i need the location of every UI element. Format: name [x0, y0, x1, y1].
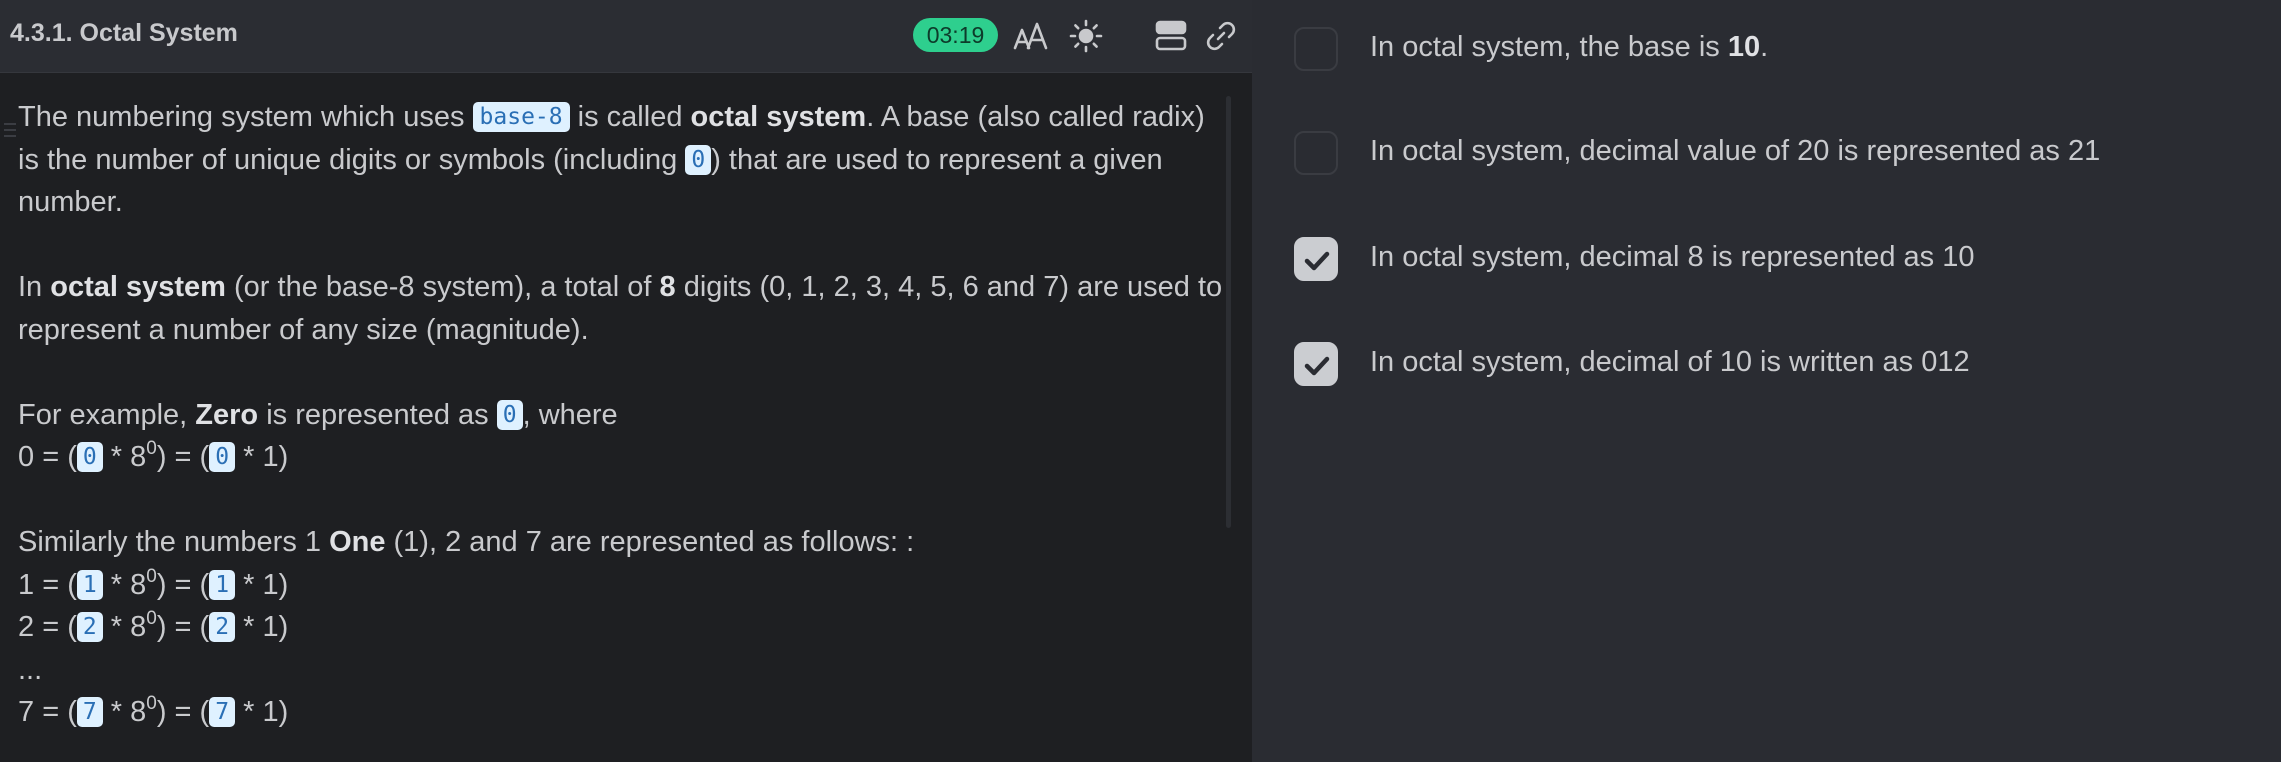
checkbox[interactable]	[1294, 27, 1338, 71]
paragraph-intro: The numbering system which uses base-8 i…	[18, 96, 1223, 224]
eq-lhs: 0	[18, 441, 35, 473]
checkbox[interactable]	[1294, 131, 1338, 175]
bold-text: octal system	[690, 101, 867, 133]
quiz-option[interactable]: In octal system, decimal of 10 is writte…	[1294, 342, 2281, 388]
text: * 8	[102, 441, 147, 473]
eq-lhs: 7	[18, 696, 35, 728]
text: ) = (	[156, 611, 210, 643]
exponent: 0	[146, 608, 157, 629]
page-title: 4.3.1. Octal System	[10, 19, 238, 47]
eq-lhs: 1	[18, 568, 35, 601]
text: is called	[569, 101, 691, 133]
text: , where	[522, 398, 618, 431]
exponent: 0	[146, 693, 157, 714]
text: Similarly the numbers 1	[18, 526, 330, 558]
text: * 8	[102, 568, 147, 601]
text: * 8	[102, 611, 147, 643]
ellipsis: ...	[18, 653, 43, 686]
equation-two: 2 = (2 * 80) = (2 * 1)	[18, 606, 1223, 649]
text: is represented as	[258, 398, 497, 431]
lesson-header: 4.3.1. Octal System 03:19	[0, 0, 1252, 73]
text: = (	[34, 441, 77, 473]
text: * 1)	[235, 568, 289, 601]
text: For example,	[18, 398, 196, 431]
paragraph-octal-digits: In octal system (or the base-8 system), …	[18, 266, 1223, 351]
inline-code: 2	[76, 612, 103, 642]
lesson-panel: 4.3.1. Octal System 03:19 The numbering …	[0, 0, 1252, 762]
inline-code: 1	[209, 569, 236, 600]
option-label: In octal system, decimal 8 is represente…	[1370, 241, 1975, 273]
text: = (	[34, 696, 77, 728]
checkbox-checked[interactable]	[1294, 342, 1338, 386]
equation-one: 1 = (1 * 80) = (1 * 1)	[18, 564, 1223, 607]
brightness-icon[interactable]	[1066, 16, 1106, 56]
option-suffix: .	[1760, 31, 1769, 63]
quiz-option[interactable]: In octal system, decimal 8 is represente…	[1294, 237, 2281, 283]
text: ) = (	[156, 568, 210, 601]
app-root: 4.3.1. Octal System 03:19 The numbering …	[0, 0, 2281, 762]
option-text: In octal system, the base is	[1370, 31, 1728, 63]
eq-lhs: 2	[18, 611, 35, 643]
link-icon[interactable]	[1201, 16, 1241, 56]
drag-handle-icon[interactable]	[2, 116, 18, 146]
bold-text: One	[329, 526, 386, 558]
timer-badge: 03:19	[913, 18, 998, 52]
lesson-content: The numbering system which uses base-8 i…	[18, 96, 1223, 734]
text: ) = (	[156, 696, 210, 728]
bold-text: octal system	[50, 271, 226, 303]
text: (or the base-8 system), a total of	[225, 271, 660, 303]
text: * 1)	[235, 611, 289, 643]
font-size-icon[interactable]	[1011, 16, 1051, 56]
inline-code: 0	[209, 442, 236, 472]
bold-text: 10	[1727, 31, 1761, 63]
text: * 8	[102, 696, 147, 728]
checkmark-icon	[1304, 251, 1330, 271]
inline-code: 0	[76, 442, 103, 472]
inline-code: base-8	[472, 102, 570, 132]
bold-text: 8	[659, 271, 676, 303]
text: = (	[34, 568, 77, 601]
inline-code: 0	[685, 144, 712, 175]
inline-code: 1	[76, 569, 103, 600]
content-scrollbar[interactable]	[1226, 96, 1231, 528]
paragraph-example: For example, Zero is represented as 0, w…	[18, 394, 1223, 437]
quiz-panel: In octal system, the base is 10. In octa…	[1252, 0, 2281, 762]
inline-code: 7	[209, 697, 236, 727]
text: The numbering system which uses	[18, 101, 473, 133]
option-label: In octal system, decimal of 10 is writte…	[1370, 346, 1970, 378]
exponent: 0	[146, 438, 157, 459]
paragraph-similarly: Similarly the numbers 1 One (1), 2 and 7…	[18, 521, 1223, 564]
checkbox-checked[interactable]	[1294, 237, 1338, 281]
text: * 1)	[235, 441, 289, 473]
text: In	[18, 271, 51, 303]
equation-zero: 0 = (0 * 80) = (0 * 1)	[18, 436, 1223, 479]
exponent: 0	[146, 565, 157, 587]
text: ) = (	[156, 441, 210, 473]
equation-seven: 7 = (7 * 80) = (7 * 1)	[18, 691, 1223, 734]
inline-code: 7	[76, 697, 103, 727]
quiz-option[interactable]: In octal system, decimal value of 20 is …	[1294, 131, 2281, 177]
option-label: In octal system, the base is 10.	[1370, 31, 1768, 64]
inline-code: 0	[496, 399, 523, 430]
text: (1), 2 and 7 are represented as follows:…	[385, 526, 915, 558]
text: = (	[34, 611, 77, 643]
option-label: In octal system, decimal value of 20 is …	[1370, 135, 2101, 167]
layout-icon[interactable]	[1151, 16, 1191, 56]
inline-code: 2	[209, 612, 236, 642]
quiz-option[interactable]: In octal system, the base is 10.	[1294, 27, 2281, 73]
checkmark-icon	[1304, 356, 1330, 376]
bold-text: Zero	[195, 398, 259, 431]
text: * 1)	[235, 696, 289, 728]
